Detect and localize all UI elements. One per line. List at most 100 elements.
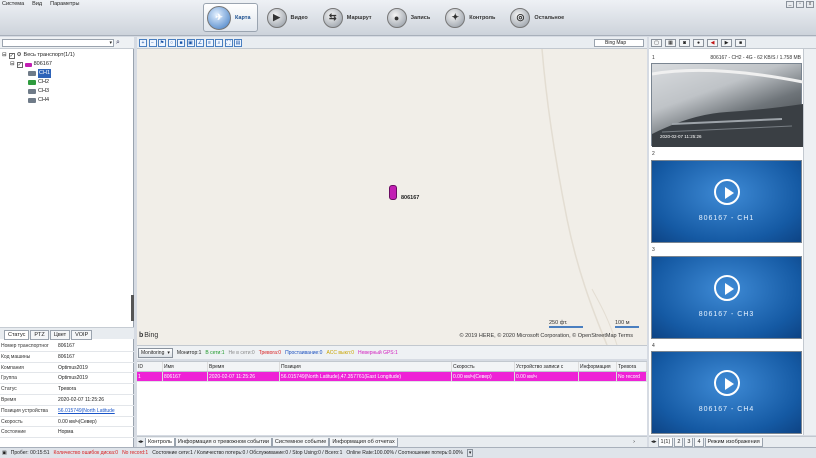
- info-value: Optimus2019: [58, 375, 88, 382]
- search-area-icon[interactable]: ⌕: [215, 38, 223, 47]
- menu-parameters[interactable]: Параметры: [50, 0, 79, 9]
- polyline-icon[interactable]: ∠: [196, 38, 204, 47]
- tree-vehicle-checkbox[interactable]: ✓: [16, 61, 23, 68]
- info-value: Optimus2019: [58, 364, 88, 371]
- image-mode-tab[interactable]: Режим изображения: [704, 437, 763, 447]
- search-icon[interactable]: ⌕: [116, 39, 120, 47]
- tab-scroll-left-icon[interactable]: ◂▸: [138, 439, 144, 445]
- info-value: 806167: [58, 343, 75, 349]
- record-video-icon[interactable]: ●: [693, 38, 704, 47]
- vehicle-marker[interactable]: [389, 185, 397, 200]
- rectangle-icon[interactable]: ■: [177, 38, 185, 47]
- chevron-down-icon[interactable]: ▾: [109, 40, 112, 46]
- tree-root-checkbox[interactable]: ✓: [8, 52, 15, 59]
- video-page-4[interactable]: 4: [694, 437, 704, 447]
- nav-tab-record[interactable]: ● Запись: [384, 3, 437, 32]
- counter-online[interactable]: В сети:1: [205, 350, 224, 356]
- counter-alarm[interactable]: Тревога:0: [259, 350, 281, 356]
- grid-header-cell[interactable]: Скорость: [452, 362, 515, 371]
- counter-acc-off[interactable]: ACC выкл:0: [326, 350, 354, 356]
- tab-reports[interactable]: Информация об отчетах: [329, 437, 398, 447]
- play-icon[interactable]: [714, 370, 740, 396]
- position-link[interactable]: 56.015749(North Latitude: [58, 406, 134, 416]
- monitor-mode-select[interactable]: Monitoring ▾: [138, 347, 173, 358]
- audio-icon[interactable]: ◀: [707, 38, 718, 47]
- menu-system[interactable]: Система: [2, 0, 24, 9]
- video-screen-live[interactable]: 2020-02-07 11:25:26: [651, 63, 803, 147]
- stop-all-icon[interactable]: ■: [735, 38, 746, 47]
- collapse-icon[interactable]: ⊟: [2, 51, 7, 60]
- layout-4-icon[interactable]: ▦: [665, 38, 676, 47]
- snapshot-icon[interactable]: ◙: [679, 38, 690, 47]
- zoom-out-icon[interactable]: −: [148, 38, 157, 47]
- nav-tab-control[interactable]: ✦ Контроль: [442, 3, 501, 32]
- vehicle-search-input[interactable]: ▾: [2, 38, 114, 47]
- counter-monitor[interactable]: Монитор:1: [177, 350, 202, 356]
- tab-ptz[interactable]: PTZ: [30, 330, 49, 340]
- counter-invalid-gps[interactable]: Неверный GPS:1: [358, 350, 398, 356]
- tree-channel[interactable]: CH2: [2, 78, 75, 87]
- panel-splitter[interactable]: [131, 295, 134, 321]
- tab-status[interactable]: Статус: [4, 330, 30, 340]
- grid-header-cell[interactable]: Информация: [579, 362, 617, 371]
- zoom-in-icon[interactable]: +: [139, 38, 147, 47]
- tree-channel[interactable]: CH4: [2, 96, 75, 105]
- counter-idle[interactable]: Простаивание:0: [285, 350, 322, 356]
- video-page-2[interactable]: 2: [674, 437, 684, 447]
- minimize-icon[interactable]: _: [786, 1, 794, 8]
- tree-channel[interactable]: CH3: [2, 87, 75, 96]
- grid-header-cell[interactable]: ID: [137, 362, 163, 371]
- nav-tab-other[interactable]: ◎ Остальное: [507, 3, 570, 32]
- play-icon[interactable]: [714, 275, 740, 301]
- tab-control[interactable]: Контроль: [145, 437, 175, 447]
- grid-header-cell[interactable]: Позиция: [280, 362, 452, 371]
- video-scrollbar[interactable]: [803, 49, 816, 435]
- tree-vehicle[interactable]: ⊟ ✓ 806167: [2, 60, 75, 69]
- collapse-icon[interactable]: ⊟: [10, 60, 15, 69]
- tree-channel[interactable]: CH1: [2, 69, 75, 78]
- tab-alarm-events[interactable]: Информация о тревожном событии: [174, 437, 272, 447]
- tab-system-events[interactable]: Системное событие: [271, 437, 330, 447]
- video-screen-ch3[interactable]: 806167 - CH3: [651, 256, 802, 339]
- nav-tab-label: Запись: [410, 14, 431, 21]
- video-icon: ▶: [266, 7, 287, 28]
- tab-voip[interactable]: VOIP: [71, 330, 93, 340]
- table-row[interactable]: 1 806167 2020-02-07 11:25:26 56.015749(N…: [137, 372, 647, 382]
- layers-icon[interactable]: ▤: [234, 38, 242, 47]
- close-icon[interactable]: x: [806, 1, 814, 8]
- grid-header-cell[interactable]: Устройство записи с: [515, 362, 579, 371]
- flag-icon[interactable]: ⚑: [158, 38, 166, 47]
- layout-1-icon[interactable]: ▢: [651, 38, 662, 47]
- grid-header-cell[interactable]: Имя: [163, 362, 208, 371]
- tree-root[interactable]: ⊟ ✓ ⚙ Весь транспорт(1/1): [2, 51, 75, 60]
- restore-icon[interactable]: ▫: [796, 1, 804, 8]
- tab-color[interactable]: Цвет: [49, 330, 71, 340]
- grid-header-cell[interactable]: Тревога: [617, 362, 647, 371]
- nav-tab-map[interactable]: ✈ Карта: [203, 3, 258, 32]
- map-view[interactable]: 806167 250 фт. 100 м b Bing © 2019 HERE,…: [137, 49, 647, 345]
- menu-view[interactable]: Вид: [32, 0, 42, 9]
- nav-tab-route[interactable]: ⇆ Маршрут: [320, 3, 378, 32]
- record-icon: ●: [386, 7, 407, 28]
- play-icon[interactable]: [714, 179, 740, 205]
- tab-scroll-icon[interactable]: ◂▸: [651, 439, 657, 445]
- grid-cell: 0.00 км/ч: [515, 372, 579, 381]
- video-screen-ch4[interactable]: 806167 - CH4: [651, 351, 802, 434]
- video-page-1[interactable]: 1(1): [657, 437, 674, 447]
- dropdown-icon[interactable]: ▾: [466, 449, 474, 457]
- tab-scroll-right-icon[interactable]: ›: [633, 439, 635, 445]
- grid-header-cell[interactable]: Время: [208, 362, 280, 371]
- play-all-icon[interactable]: ▶: [721, 38, 732, 47]
- nav-tab-video[interactable]: ▶ Видео: [264, 3, 314, 32]
- fullscreen-icon[interactable]: ⛶: [224, 38, 233, 47]
- tree-channel-label: CH1: [38, 69, 52, 78]
- video-page-3[interactable]: 3: [684, 437, 694, 447]
- menu-bar: Система Вид Параметры: [0, 0, 79, 9]
- map-provider-select[interactable]: Bing Map: [594, 39, 644, 47]
- circle-icon[interactable]: ○: [167, 38, 176, 47]
- counter-offline[interactable]: Не в сети:0: [229, 350, 255, 356]
- video-slot-number: 4: [652, 343, 655, 349]
- ruler-icon[interactable]: ≡: [205, 38, 214, 47]
- video-screen-ch1[interactable]: 806167 - CH1: [651, 160, 802, 243]
- region-icon[interactable]: ▣: [186, 38, 195, 47]
